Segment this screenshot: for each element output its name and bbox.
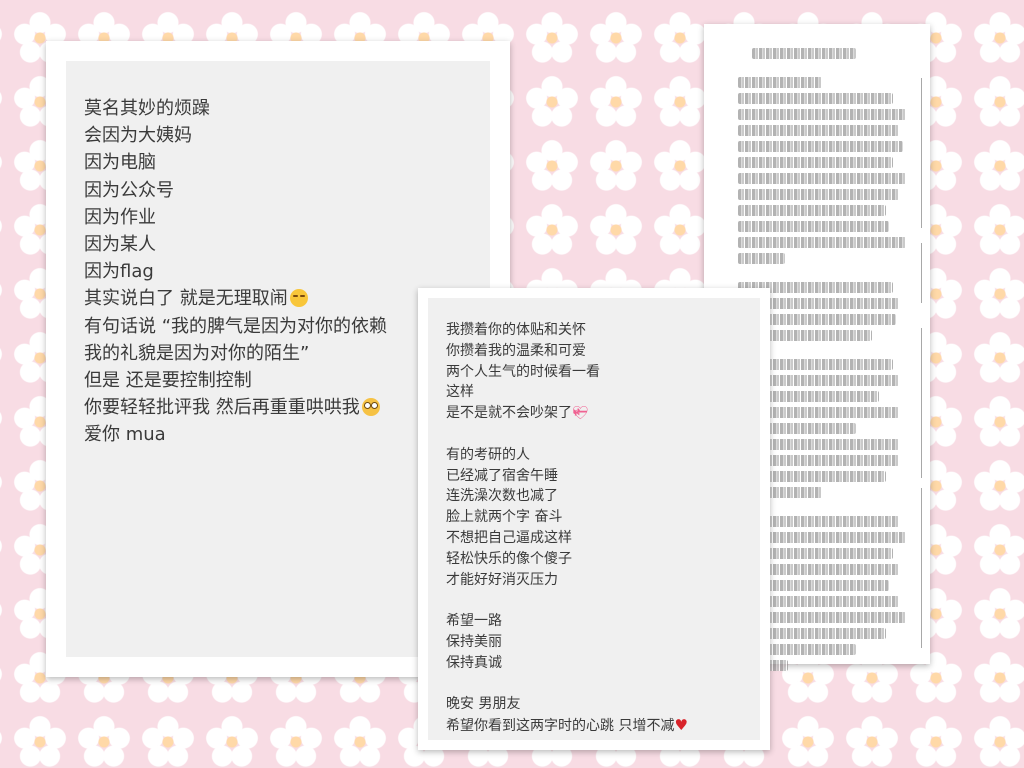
mid-line: 你攒着我的温柔和可爱 bbox=[446, 342, 586, 359]
mid-line: 已经减了宿舍午睡 bbox=[446, 467, 558, 484]
left-line: 因为公众号 bbox=[84, 179, 174, 201]
mid-blank-line bbox=[446, 674, 760, 695]
left-line-text: 其实说白了 就是无理取闹 bbox=[84, 288, 288, 310]
blurred-text-line bbox=[738, 93, 893, 104]
mid-line: 连洗澡次数也减了 bbox=[446, 488, 558, 505]
mid-line: 两个人生气的时候看一看 bbox=[446, 363, 600, 380]
divider bbox=[921, 328, 922, 478]
mid-line: 轻松快乐的像个傻子 bbox=[446, 550, 572, 567]
blurred-text-line bbox=[738, 109, 906, 120]
face-with-tears-of-joy-icon bbox=[289, 289, 308, 308]
heart-with-ribbon-icon: 💝︎ bbox=[572, 406, 589, 422]
left-line: 莫名其妙的烦躁 bbox=[84, 98, 210, 119]
note-card-middle: 我攒着你的体贴和关怀 你攒着我的温柔和可爱 两个人生气的时候看一看 这样 是不是… bbox=[418, 288, 770, 750]
blurred-text-line bbox=[738, 173, 906, 184]
mid-line: 晚安 男朋友 bbox=[446, 696, 521, 713]
divider bbox=[921, 243, 922, 303]
divider bbox=[921, 78, 922, 228]
blurred-text-line bbox=[738, 157, 893, 168]
blurred-text-line bbox=[752, 48, 857, 59]
left-line: 因为flag bbox=[84, 261, 154, 283]
left-line: 因为某人 bbox=[84, 234, 156, 256]
left-line: 因为电脑 bbox=[84, 152, 156, 174]
blurred-text-line bbox=[738, 77, 822, 88]
red-heart-icon: ♥ bbox=[674, 716, 688, 735]
mid-line: 有的考研的人 bbox=[446, 446, 530, 463]
mid-line-with-icon: 希望你看到这两字时的心跳 只增不减♥ bbox=[446, 715, 760, 736]
mid-line: 保持美丽 bbox=[446, 633, 502, 650]
mid-line: 保持真诚 bbox=[446, 654, 502, 671]
mid-line-with-icon: 是不是就不会吵架了💝︎ bbox=[446, 403, 760, 424]
mid-line-text: 希望你看到这两字时的心跳 只增不减 bbox=[446, 718, 675, 735]
mid-blank-line bbox=[446, 590, 760, 611]
blurred-text-line bbox=[738, 221, 890, 232]
mid-blank-line bbox=[446, 424, 760, 445]
mid-line: 希望一路 bbox=[446, 613, 502, 630]
blurred-text-line bbox=[738, 141, 903, 152]
flushed-face-icon bbox=[361, 398, 380, 417]
left-line: 因为作业 bbox=[84, 206, 156, 228]
left-line: 会因为大姨妈 bbox=[84, 125, 192, 147]
blurred-text-line bbox=[738, 189, 900, 200]
blurred-text-line bbox=[738, 237, 906, 248]
mid-line: 脸上就两个字 奋斗 bbox=[446, 509, 563, 526]
blurred-text-line bbox=[738, 125, 900, 136]
blurred-text-line bbox=[738, 205, 886, 216]
left-line-text: 你要轻轻批评我 然后再重重哄哄我 bbox=[84, 397, 360, 419]
mid-line: 这样 bbox=[446, 384, 474, 401]
mid-line-text: 是不是就不会吵架了 bbox=[446, 405, 572, 422]
note-body-middle: 我攒着你的体贴和关怀 你攒着我的温柔和可爱 两个人生气的时候看一看 这样 是不是… bbox=[428, 298, 760, 740]
mid-line: 不想把自己逼成这样 bbox=[446, 529, 572, 546]
mid-line: 我攒着你的体贴和关怀 bbox=[446, 322, 586, 338]
divider bbox=[921, 488, 922, 648]
mid-line: 才能好好消灭压力 bbox=[446, 571, 558, 588]
blurred-text-line bbox=[738, 253, 786, 264]
